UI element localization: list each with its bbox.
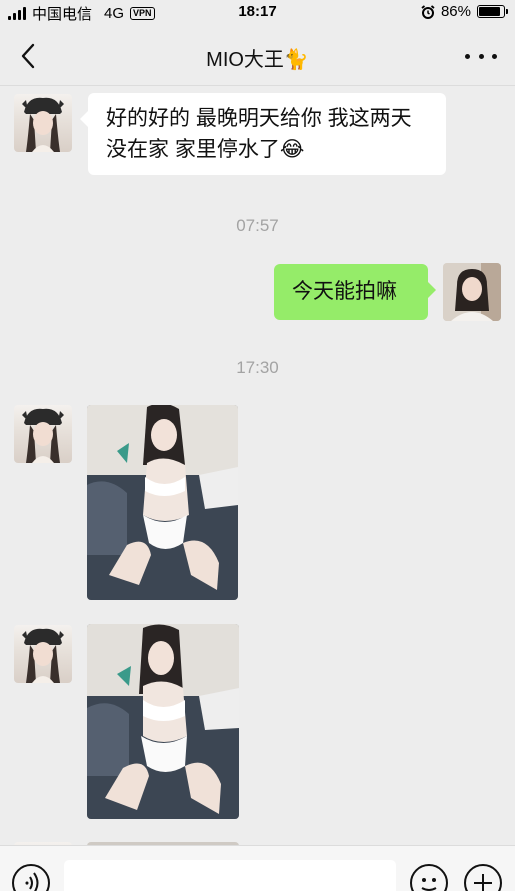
outgoing-message-bubble[interactable]: 今天能拍嘛 xyxy=(274,264,436,320)
battery-icon xyxy=(477,5,508,18)
message-text: 今天能拍嘛 xyxy=(292,280,397,303)
message-timestamp: 17:30 xyxy=(236,358,279,377)
status-right: 86% xyxy=(421,3,508,20)
alarm-icon xyxy=(421,4,435,19)
photo-content xyxy=(87,624,239,819)
emoji-button[interactable] xyxy=(410,864,448,891)
incoming-message-bubble[interactable]: 好的好的 最晚明天给你 我这两天没在家 家里停水了😂 xyxy=(80,93,446,175)
status-bar: 中国电信 4G VPN 18:17 86% xyxy=(0,0,515,24)
smiley-icon xyxy=(421,878,437,891)
avatar-image xyxy=(22,408,64,463)
chat-title: MIO大王🐈 xyxy=(206,49,309,71)
nav-bar: MIO大王🐈 xyxy=(0,26,515,86)
photo-content xyxy=(87,405,238,600)
chat-area[interactable]: 好的好的 最晚明天给你 我这两天没在家 家里停水了😂 07:57 今天能拍嘛 1… xyxy=(0,87,515,845)
contact-avatar[interactable] xyxy=(14,405,72,463)
my-avatar[interactable] xyxy=(443,263,501,321)
dot-icon xyxy=(465,53,470,59)
image-message[interactable] xyxy=(87,405,238,600)
battery-fill xyxy=(479,7,500,16)
input-bar xyxy=(0,845,515,891)
contact-avatar[interactable] xyxy=(14,94,72,152)
avatar-image xyxy=(443,263,501,321)
image-message[interactable] xyxy=(87,624,239,819)
more-button[interactable] xyxy=(464,864,502,891)
voice-button[interactable] xyxy=(12,864,50,891)
dot-icon xyxy=(478,53,484,59)
avatar-image xyxy=(22,628,64,683)
dot-icon xyxy=(492,53,497,59)
message-text: 好的好的 最晚明天给你 我这两天没在家 家里停水了😂 xyxy=(106,107,412,161)
voice-icon xyxy=(25,872,39,891)
avatar-image xyxy=(22,97,64,152)
message-timestamp: 07:57 xyxy=(236,216,279,235)
battery-percent: 86% xyxy=(440,3,471,20)
more-options-button[interactable] xyxy=(465,46,497,66)
message-input[interactable] xyxy=(64,860,396,891)
plus-icon xyxy=(474,874,492,891)
contact-avatar[interactable] xyxy=(14,625,72,683)
